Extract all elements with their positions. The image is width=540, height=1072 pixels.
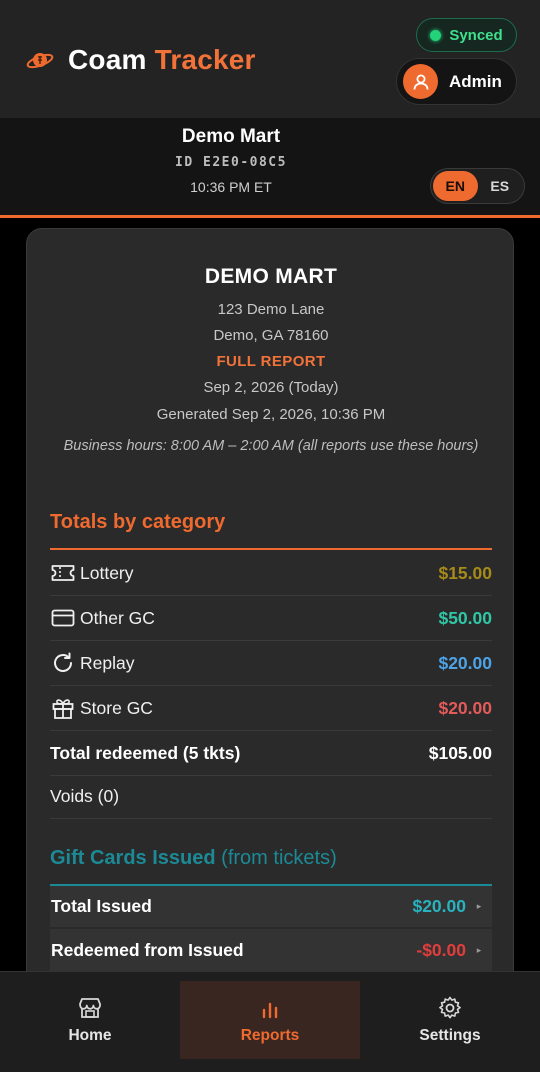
nav-home-label: Home: [68, 1027, 112, 1044]
gc-row-label: Total Issued: [51, 896, 152, 916]
bottom-nav: Home Reports Settings: [0, 971, 540, 1072]
report-card: DEMO MART 123 Demo Lane Demo, GA 78160 F…: [26, 228, 514, 988]
report-store-name: DEMO MART: [204, 265, 338, 288]
gc-row-amount: $20.00: [412, 896, 466, 916]
admin-user-button[interactable]: Admin: [396, 58, 517, 105]
nav-reports[interactable]: Reports: [180, 981, 360, 1059]
sync-dot-icon: [430, 29, 442, 41]
language-toggle: EN ES: [430, 168, 525, 204]
store-icon: [79, 998, 101, 1018]
voids-label: Voids (0): [50, 785, 120, 806]
voids-row[interactable]: Voids (0): [50, 774, 492, 819]
gift-cards-subtitle: (from tickets): [221, 847, 337, 869]
category-amount: $50.00: [438, 607, 492, 628]
category-row-other-gc[interactable]: Other GC $50.00: [50, 596, 492, 641]
gc-row-label: Redeemed from Issued: [51, 940, 244, 960]
total-redeemed-label: Total redeemed (5 tkts): [50, 742, 241, 763]
store-info-bar: Demo Mart ID E2E0-08C5 10:36 PM ET EN ES: [0, 118, 540, 218]
business-hours-note: Business hours: 8:00 AM – 2:00 AM (all r…: [63, 438, 479, 454]
sync-status-label: Synced: [449, 26, 503, 44]
gift-cards-redeemed-row[interactable]: Redeemed from Issued -$0.00 ▸: [50, 929, 492, 972]
planet-logo-icon: [24, 42, 56, 78]
refresh-icon: [50, 650, 76, 676]
app-title-part2: Tracker: [154, 44, 256, 75]
store-time: 10:36 PM ET: [190, 179, 272, 195]
category-label: Store GC: [80, 697, 153, 718]
totals-divider: [50, 548, 492, 550]
report-date: Sep 2, 2026 (Today): [203, 379, 339, 396]
admin-label: Admin: [449, 71, 502, 91]
category-label: Other GC: [80, 607, 155, 628]
category-row-lottery[interactable]: Lottery $15.00: [50, 551, 492, 596]
app-title-part1: Coam: [68, 44, 147, 75]
chevron-right-icon: ▸: [476, 901, 482, 911]
category-row-store-gc[interactable]: Store GC $20.00: [50, 686, 492, 731]
nav-settings[interactable]: Settings: [360, 981, 540, 1059]
store-id: ID E2E0-08C5: [175, 155, 287, 170]
user-avatar-icon: [403, 64, 438, 99]
totals-section-title: Totals by category: [50, 511, 226, 533]
category-row-replay[interactable]: Replay $20.00: [50, 641, 492, 686]
bar-chart-icon: [262, 1002, 278, 1019]
sync-status-badge[interactable]: Synced: [416, 18, 517, 52]
app-header: Coam Tracker Synced Admin: [0, 0, 540, 118]
report-generated: Generated Sep 2, 2026, 10:36 PM: [156, 406, 386, 423]
category-amount: $15.00: [438, 562, 492, 583]
ticket-icon: [50, 560, 76, 586]
report-address-line1: 123 Demo Lane: [217, 301, 325, 318]
gift-icon: [50, 695, 76, 721]
report-address-line2: Demo, GA 78160: [213, 327, 329, 344]
store-name: Demo Mart: [181, 126, 281, 147]
total-redeemed-row: Total redeemed (5 tkts) $105.00: [50, 731, 492, 776]
gift-cards-title: Gift Cards Issued: [50, 847, 216, 869]
category-amount: $20.00: [438, 652, 492, 673]
gift-cards-section-title: Gift Cards Issued (from tickets): [50, 847, 337, 870]
nav-home[interactable]: Home: [0, 981, 180, 1059]
nav-settings-label: Settings: [419, 1027, 481, 1044]
report-type: FULL REPORT: [216, 353, 326, 370]
category-label: Replay: [80, 652, 135, 673]
credit-card-icon: [50, 605, 76, 631]
chevron-right-icon: ▸: [476, 945, 482, 955]
brand[interactable]: Coam Tracker: [24, 42, 256, 78]
gc-row-amount: -$0.00: [416, 940, 466, 960]
language-en-button[interactable]: EN: [433, 171, 478, 201]
category-amount: $20.00: [438, 697, 492, 718]
category-label: Lottery: [80, 562, 134, 583]
app-title: Coam Tracker: [68, 44, 256, 76]
language-es-button[interactable]: ES: [478, 171, 523, 201]
nav-reports-label: Reports: [240, 1027, 300, 1044]
gift-cards-total-issued-row[interactable]: Total Issued $20.00 ▸: [50, 884, 492, 927]
gear-icon: [439, 996, 461, 1019]
total-redeemed-amount: $105.00: [428, 742, 492, 763]
